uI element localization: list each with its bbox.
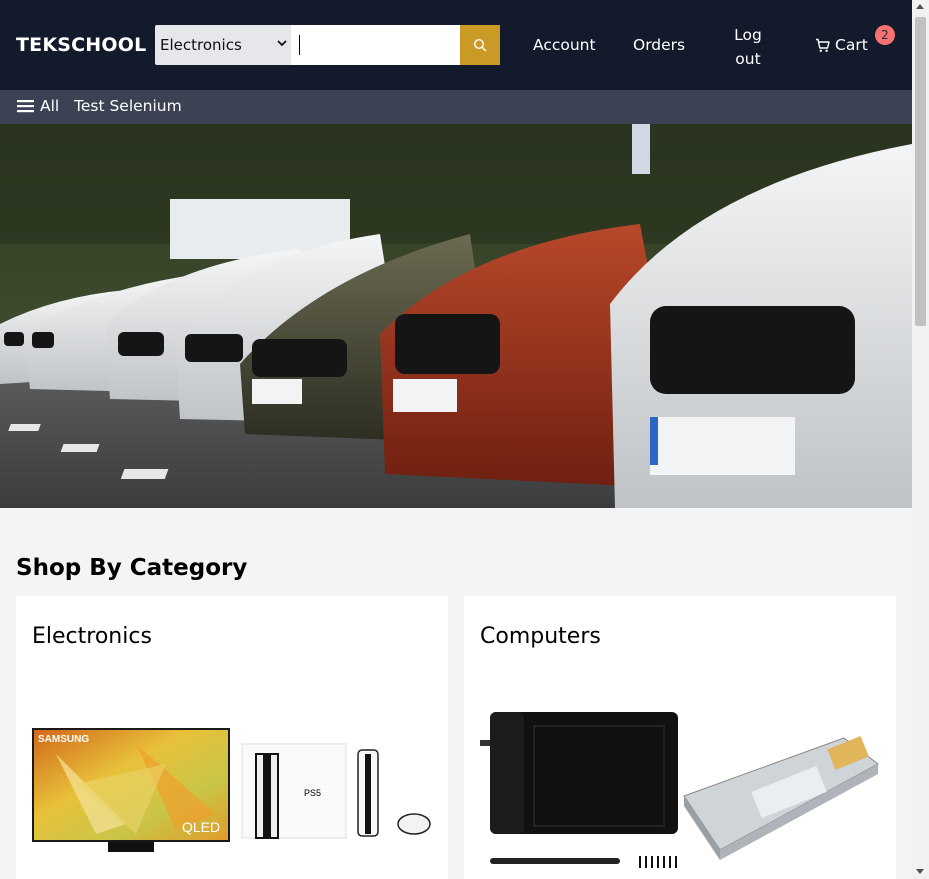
search-bar: Electronics [155,25,500,65]
hero-banner [0,124,912,508]
search-input[interactable] [290,25,461,65]
category-select[interactable]: Electronics [155,25,291,65]
test-selenium-link[interactable]: Test Selenium [74,97,182,115]
computers-products-image [480,712,879,868]
search-button[interactable] [460,25,500,65]
hero-cars-image [0,124,912,508]
category-card-title: Computers [480,624,601,649]
category-card-electronics[interactable]: Electronics SAMSUNG QLED PS5 [16,596,448,879]
all-menu-button[interactable]: All [17,97,59,115]
tv-qled-text: QLED [182,819,220,835]
hamburger-icon [17,100,34,113]
chevron-down-icon [276,40,287,47]
all-menu-label: All [40,97,60,115]
scroll-up-arrow-icon[interactable] [916,4,924,9]
text-caret [298,35,300,55]
account-link[interactable]: Account [533,36,596,54]
orders-link[interactable]: Orders [633,36,685,54]
logout-link[interactable]: Log out [734,23,762,71]
site-logo[interactable]: TEKSCHOOL [16,34,146,56]
electronics-products-image: SAMSUNG QLED PS5 [32,728,431,852]
cart-label: Cart [835,36,868,54]
page-scrollbar[interactable] [912,0,929,879]
category-card-computers[interactable]: Computers [464,596,896,879]
shop-by-category-title: Shop By Category [16,555,248,581]
tv-brand-text: SAMSUNG [38,734,89,745]
category-card-title: Electronics [32,624,152,649]
ps5-logo-text: PS5 [304,788,321,798]
category-select-value: Electronics [160,36,242,54]
search-icon [474,38,487,52]
top-header: TEKSCHOOL Electronics Account Orders Log… [0,0,912,90]
scroll-thumb[interactable] [915,17,926,326]
scroll-down-arrow-icon[interactable] [916,869,924,874]
cart-icon [816,38,830,52]
cart-count-badge: 2 [875,25,895,45]
sub-navigation: All Test Selenium [0,90,912,124]
cart-link[interactable]: Cart [815,36,868,54]
